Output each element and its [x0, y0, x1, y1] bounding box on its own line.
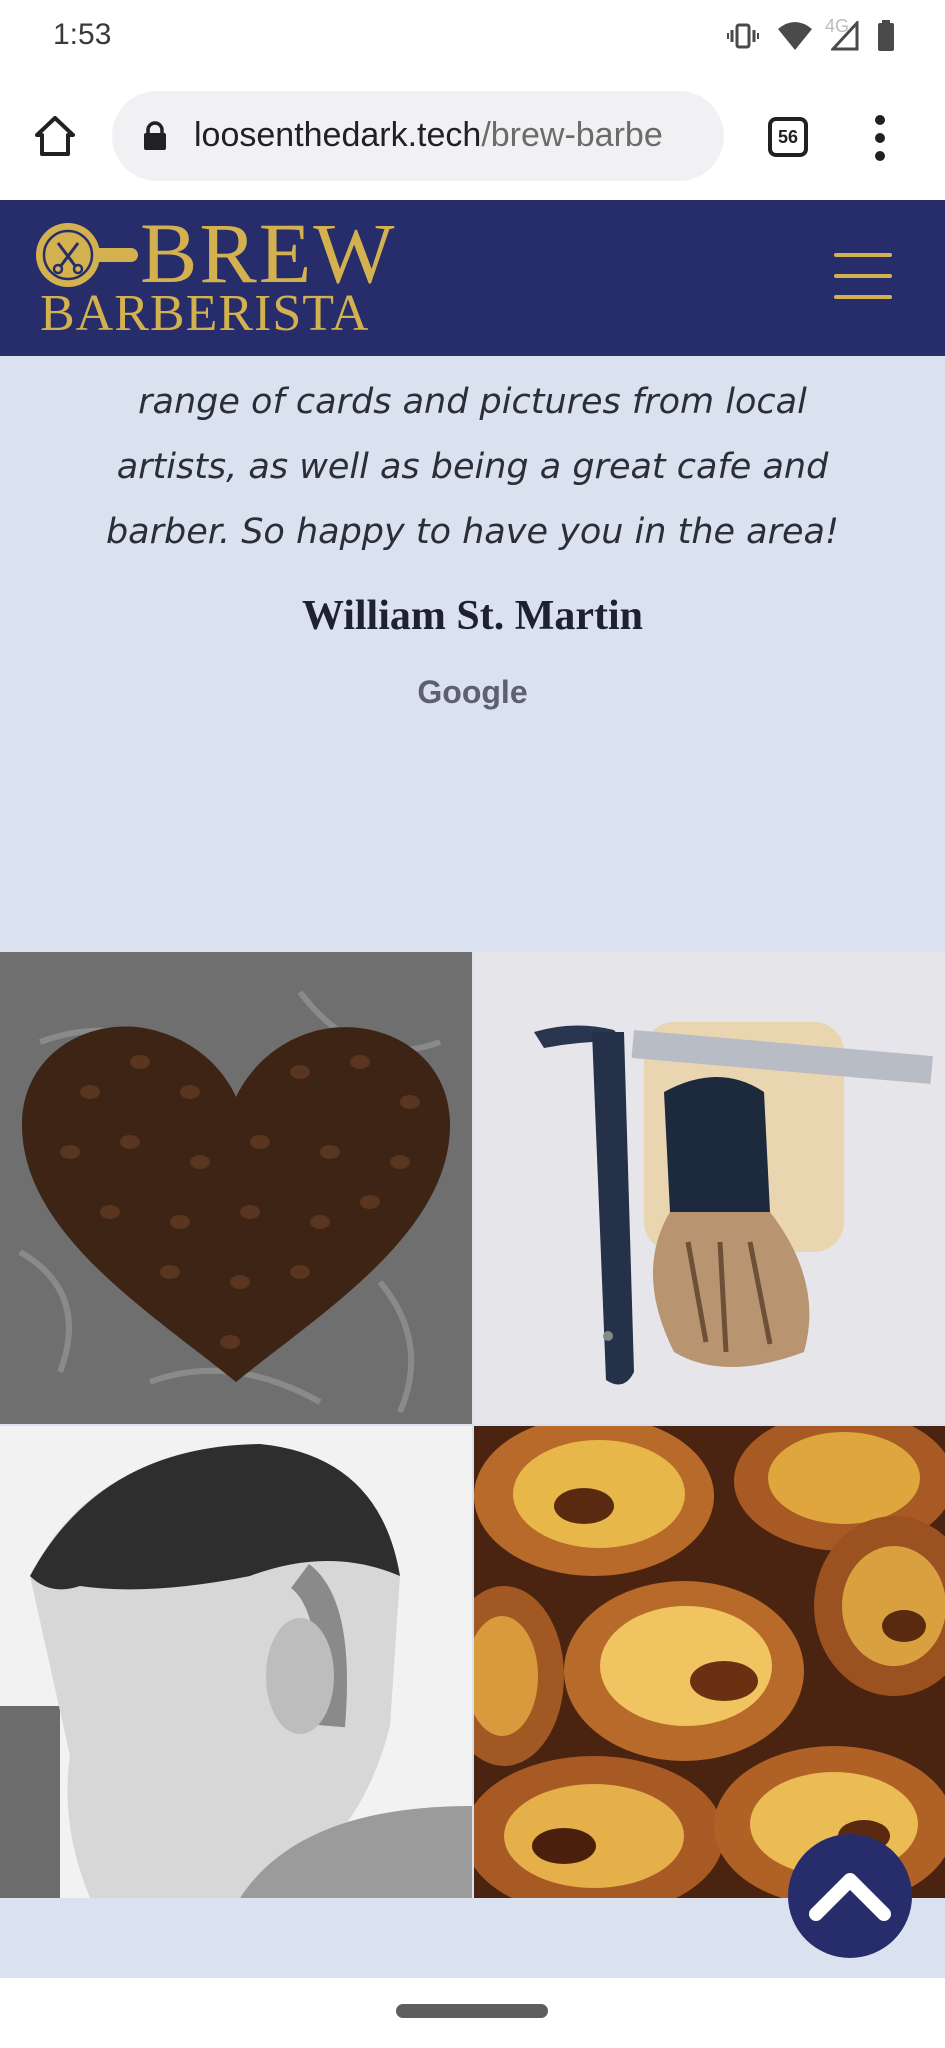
- system-nav-bar: [0, 1978, 945, 2048]
- site-logo[interactable]: BREW BARBERISTA: [36, 210, 416, 342]
- vibrate-icon: [727, 22, 759, 50]
- url-text: loosenthedark.tech/brew-barbe: [194, 116, 663, 155]
- tabs-icon[interactable]: 56: [768, 117, 808, 157]
- logo-brew: BREW: [140, 205, 397, 301]
- boy-haircut-image[interactable]: [0, 1426, 472, 1898]
- battery-icon: [877, 20, 895, 52]
- url-path: /brew-barbe: [481, 116, 663, 154]
- hamburger-menu-icon[interactable]: [834, 253, 892, 299]
- review-author: William St. Martin: [301, 593, 644, 639]
- review-section: range of cards and pictures from local a…: [0, 356, 945, 952]
- logo-barberista: BARBERISTA: [40, 285, 370, 342]
- browser-toolbar: loosenthedark.tech/brew-barbe 56: [0, 75, 945, 200]
- chevron-up-icon: [809, 1873, 891, 1921]
- lock-icon: [142, 121, 168, 151]
- image-gallery: [0, 952, 945, 1898]
- logo-emblem: [36, 223, 100, 287]
- logo-bar: [94, 248, 138, 262]
- status-icons: [727, 18, 895, 54]
- quote-line: artists, as well as being a great cafe a…: [116, 447, 829, 487]
- straight-razor-shaving-brush-image[interactable]: [474, 952, 945, 1424]
- status-bar: 1:53 4G: [0, 0, 945, 75]
- review-quote: range of cards and pictures from local a…: [70, 370, 875, 565]
- site-header: BREW BARBERISTA: [0, 200, 945, 356]
- status-time: 1:53: [53, 18, 112, 51]
- review-source: Google: [417, 674, 528, 710]
- cell-signal-icon: [831, 21, 859, 51]
- custard-tarts-image[interactable]: [474, 1426, 945, 1898]
- scroll-to-top-button[interactable]: [788, 1834, 912, 1958]
- coffee-beans-heart-image[interactable]: [0, 952, 472, 1424]
- overflow-menu-icon[interactable]: [868, 115, 892, 161]
- quote-line: barber. So happy to have you in the area…: [105, 512, 840, 552]
- home-gesture-handle[interactable]: [396, 2004, 548, 2018]
- wifi-icon: [777, 21, 813, 51]
- quote-line: range of cards and pictures from local: [138, 382, 807, 422]
- address-bar[interactable]: loosenthedark.tech/brew-barbe: [112, 91, 724, 181]
- home-icon[interactable]: [32, 113, 78, 159]
- url-domain: loosenthedark.tech: [194, 116, 482, 154]
